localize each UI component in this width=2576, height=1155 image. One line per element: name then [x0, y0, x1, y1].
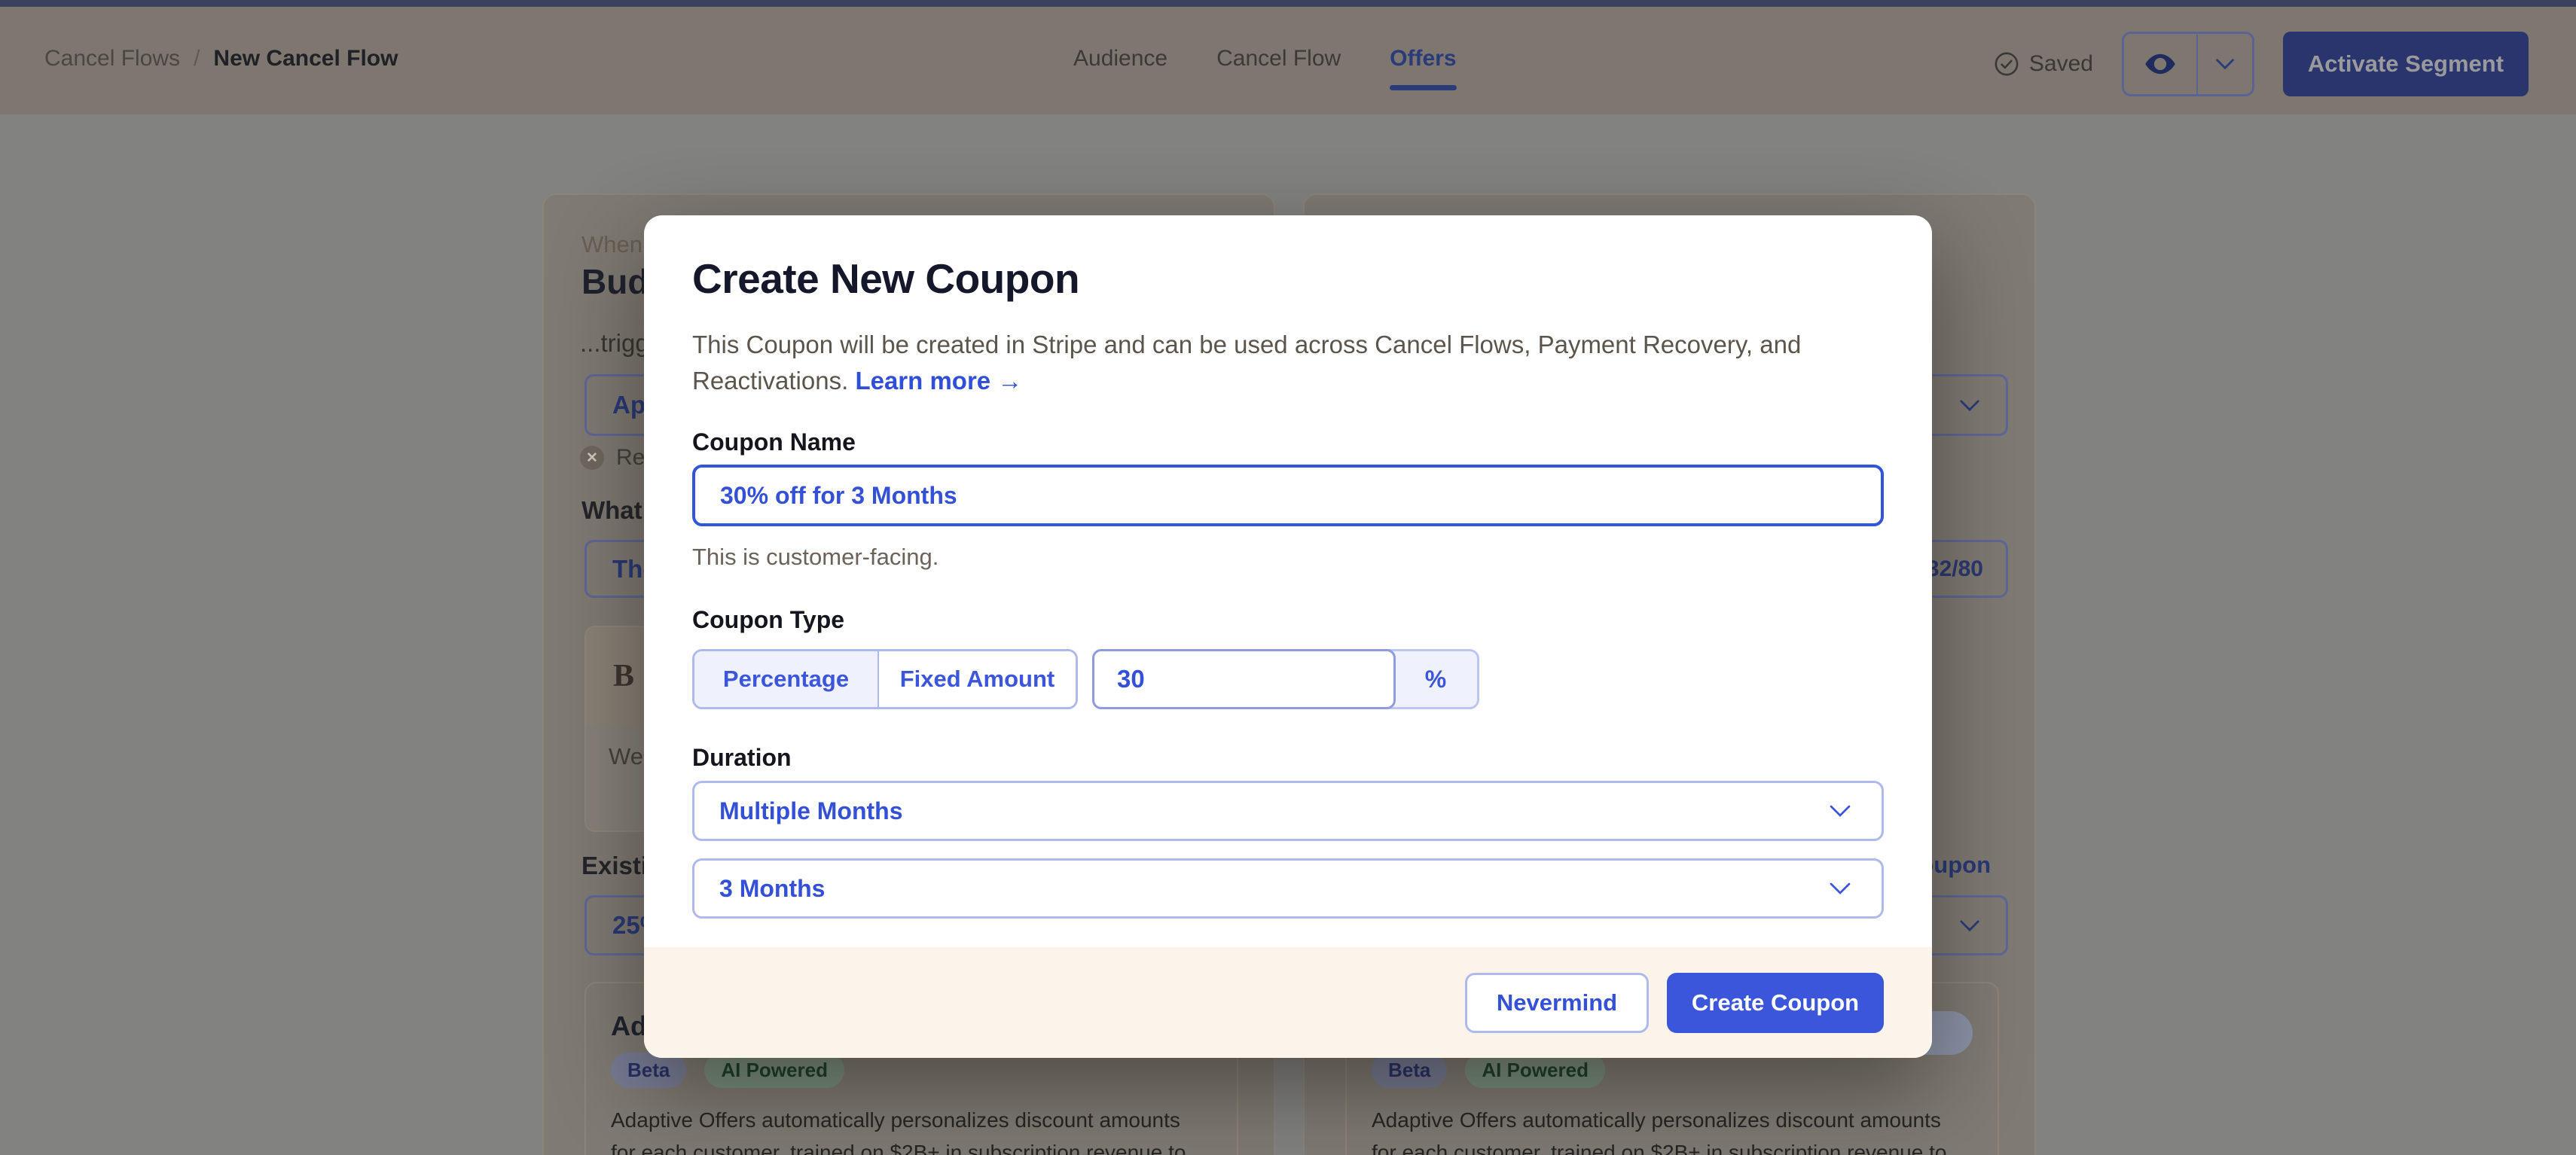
badge-row: Beta AI Powered: [1372, 1053, 1605, 1088]
breadcrumb-current: New Cancel Flow: [213, 46, 398, 72]
saved-label: Saved: [2029, 51, 2093, 77]
char-counter: 32/80: [1927, 556, 1983, 582]
tab-cancel-flow[interactable]: Cancel Flow: [1216, 46, 1341, 72]
eye-icon: [2144, 53, 2176, 75]
segment-percentage[interactable]: Percentage: [694, 651, 879, 707]
adaptive-description: Adaptive Offers automatically personaliz…: [611, 1104, 1206, 1155]
check-circle-icon: [1994, 51, 2019, 77]
chevron-down-icon: [1829, 882, 1851, 895]
badge-row: Beta AI Powered: [611, 1053, 844, 1088]
duration-select[interactable]: Multiple Months: [692, 781, 1884, 841]
breadcrumb-parent[interactable]: Cancel Flows: [44, 46, 180, 72]
amount-input[interactable]: [1092, 649, 1396, 709]
learn-more-link[interactable]: Learn more →: [855, 367, 1022, 395]
app-header: Cancel Flows / New Cancel Flow Audience …: [0, 7, 2576, 114]
duration-months-select[interactable]: 3 Months: [692, 858, 1884, 919]
breadcrumb: Cancel Flows / New Cancel Flow: [44, 46, 398, 72]
segment-fixed-amount[interactable]: Fixed Amount: [879, 651, 1076, 707]
coupon-name-hint: This is customer-facing.: [692, 544, 939, 571]
tab-offers[interactable]: Offers: [1390, 46, 1456, 72]
coupon-type-segmented-control: Percentage Fixed Amount: [692, 649, 1078, 709]
breadcrumb-separator: /: [194, 46, 200, 72]
header-tabs: Audience Cancel Flow Offers: [1073, 46, 1457, 72]
chevron-down-icon: [2215, 58, 2235, 70]
nevermind-button[interactable]: Nevermind: [1465, 973, 1649, 1033]
beta-badge: Beta: [611, 1053, 686, 1088]
ai-powered-badge: AI Powered: [704, 1053, 844, 1088]
adaptive-description: Adaptive Offers automatically personaliz…: [1372, 1104, 1967, 1155]
preview-dropdown-button[interactable]: [2198, 34, 2252, 94]
trigger-text: ...trigg: [580, 329, 649, 358]
amount-field: %: [1092, 649, 1479, 709]
activate-segment-button[interactable]: Activate Segment: [2283, 32, 2529, 96]
chevron-down-icon: [1959, 399, 1980, 412]
coupon-name-input[interactable]: [692, 465, 1884, 526]
duration-label: Duration: [692, 744, 792, 772]
chevron-down-icon: [1959, 919, 1980, 932]
coupon-name-label: Coupon Name: [692, 428, 856, 456]
ai-powered-badge: AI Powered: [1465, 1053, 1605, 1088]
beta-badge: Beta: [1372, 1053, 1447, 1088]
header-actions: Saved Activate Segment: [1994, 7, 2529, 121]
modal-description: This Coupon will be created in Stripe an…: [692, 327, 1814, 399]
modal-footer: Nevermind Create Coupon: [644, 947, 1932, 1058]
saved-status: Saved: [1994, 51, 2093, 77]
create-coupon-modal: Create New Coupon This Coupon will be cr…: [644, 215, 1932, 1058]
tab-audience[interactable]: Audience: [1073, 46, 1167, 72]
x-circle-icon: ✕: [580, 446, 604, 470]
create-coupon-button[interactable]: Create Coupon: [1667, 973, 1884, 1033]
amount-unit-suffix: %: [1394, 651, 1477, 707]
preview-split-button: [2122, 32, 2254, 96]
existing-coupon-label: Existi: [581, 852, 648, 880]
adaptive-heading: Ad: [611, 1010, 647, 1042]
preview-button[interactable]: [2124, 34, 2198, 94]
active-tab-underline: [1390, 85, 1456, 90]
modal-title: Create New Coupon: [692, 254, 1079, 303]
brand-top-strip: [0, 0, 2576, 7]
chevron-down-icon: [1829, 804, 1851, 818]
coupon-type-label: Coupon Type: [692, 606, 844, 634]
